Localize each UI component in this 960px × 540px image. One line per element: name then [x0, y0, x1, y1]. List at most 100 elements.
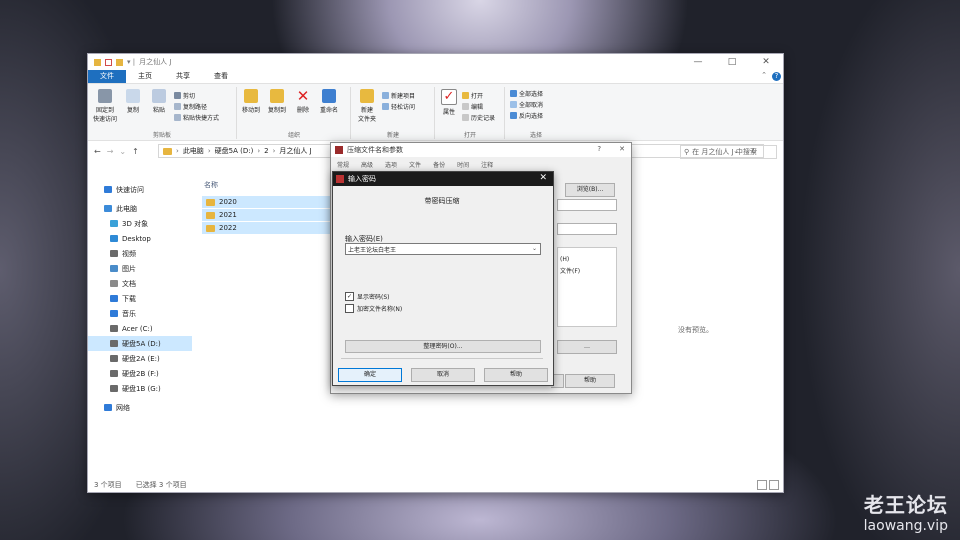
- archive-help-button[interactable]: ?: [597, 145, 601, 153]
- tab-share[interactable]: 共享: [164, 70, 202, 83]
- password-input[interactable]: 上老王论坛白老王 ⌄: [345, 243, 541, 255]
- close-button[interactable]: ✕: [749, 54, 783, 70]
- delete-icon: ✕: [296, 87, 310, 105]
- nav-item-drive-f[interactable]: 硬盘2B (F:): [88, 366, 192, 381]
- password-ok-button[interactable]: 确定: [338, 368, 402, 382]
- tab-file[interactable]: 文件: [88, 70, 126, 83]
- paste-button[interactable]: 粘贴: [146, 89, 172, 114]
- large-icons-view-icon[interactable]: [769, 480, 779, 490]
- rename-button[interactable]: 重命名: [316, 89, 342, 114]
- select-all-button[interactable]: 全部选择: [510, 89, 543, 98]
- quick-access-dropdown-icon[interactable]: ▾ |: [127, 58, 135, 66]
- maximize-button[interactable]: □: [715, 54, 749, 70]
- nav-item-3d-objects[interactable]: 3D 对象: [88, 216, 192, 231]
- chevron-down-icon[interactable]: ⌄: [532, 245, 537, 252]
- help-icon[interactable]: ?: [772, 72, 781, 81]
- edit-button[interactable]: 编辑: [462, 102, 483, 111]
- password-help-button[interactable]: 帮助: [484, 368, 548, 382]
- nav-item-documents[interactable]: 文档: [88, 276, 192, 291]
- tab-comment[interactable]: 注释: [481, 160, 493, 169]
- search-box[interactable]: ⚲ 在 月之仙人 J 中搜索: [680, 145, 777, 159]
- delete-button[interactable]: ✕ 删除: [290, 87, 316, 115]
- tab-backup[interactable]: 备份: [433, 160, 445, 169]
- select-none-button[interactable]: 全部取消: [510, 100, 543, 109]
- nav-item-downloads[interactable]: 下载: [88, 291, 192, 306]
- video-icon: [110, 250, 118, 257]
- nav-item-videos[interactable]: 视频: [88, 246, 192, 261]
- encrypt-names-option[interactable]: 加密文件名称(N): [345, 304, 402, 313]
- properties-button[interactable]: ✓ 属性: [436, 89, 462, 116]
- tab-advanced[interactable]: 高级: [361, 160, 373, 169]
- forward-arrow-icon[interactable]: →: [107, 147, 114, 156]
- nav-item-drive-e[interactable]: 硬盘2A (E:): [88, 351, 192, 366]
- breadcrumb-folder-2[interactable]: 2: [264, 147, 268, 155]
- ribbon-collapse-icon[interactable]: ⌃: [761, 71, 767, 79]
- window-title: 月之仙人 J: [139, 58, 172, 66]
- archive-name-field[interactable]: [557, 199, 617, 211]
- organize-passwords-button[interactable]: 整理密码(O)...: [345, 340, 541, 353]
- paste-shortcut-button[interactable]: 粘贴快捷方式: [174, 113, 219, 122]
- desktop-icon: [110, 235, 118, 242]
- up-arrow-icon[interactable]: ↑: [132, 147, 139, 156]
- profile-dropdown[interactable]: [557, 223, 617, 235]
- nav-item-drive-g[interactable]: 硬盘1B (G:): [88, 381, 192, 396]
- invert-selection-button[interactable]: 反向选择: [510, 111, 543, 120]
- nav-item-music[interactable]: 音乐: [88, 306, 192, 321]
- nav-item-network[interactable]: 网络: [88, 400, 192, 415]
- tab-home[interactable]: 主页: [126, 70, 164, 83]
- show-password-option[interactable]: ✓ 显示密码(S): [345, 292, 390, 301]
- archive-dialog-tabs: 常规 高级 选项 文件 备份 时间 注释: [331, 157, 631, 171]
- cut-button[interactable]: 剪切: [174, 91, 195, 100]
- breadcrumb-drive-d[interactable]: 硬盘5A (D:): [215, 146, 254, 156]
- show-password-checkbox[interactable]: ✓: [345, 292, 354, 301]
- pin-quick-access-button[interactable]: 固定到 快速访问: [92, 89, 118, 123]
- nav-item-drive-d[interactable]: 硬盘5A (D:): [88, 336, 192, 351]
- option-fragment: (H): [560, 256, 570, 263]
- list-item[interactable]: 2020: [202, 196, 332, 208]
- breadcrumb-this-pc[interactable]: 此电脑: [183, 146, 204, 156]
- minimize-button[interactable]: —: [681, 54, 715, 70]
- tab-time[interactable]: 时间: [457, 160, 469, 169]
- nav-item-this-pc[interactable]: 此电脑: [88, 201, 192, 216]
- history-button[interactable]: 历史记录: [462, 113, 495, 122]
- easy-access-icon: [382, 103, 389, 110]
- move-to-button[interactable]: 移动到: [238, 89, 264, 114]
- back-arrow-icon[interactable]: ←: [94, 147, 101, 156]
- recent-dropdown-icon[interactable]: ⌄: [119, 147, 126, 156]
- easy-access-button[interactable]: 轻松访问: [382, 102, 415, 111]
- breadcrumb-current[interactable]: 月之仙人 J: [279, 146, 311, 156]
- set-password-button[interactable]: …: [557, 340, 617, 354]
- new-item-button[interactable]: 新建项目: [382, 91, 415, 100]
- tab-files[interactable]: 文件: [409, 160, 421, 169]
- new-folder-quick-icon[interactable]: [116, 58, 123, 66]
- password-close-button[interactable]: ✕: [539, 173, 547, 183]
- encrypt-names-checkbox[interactable]: [345, 304, 354, 313]
- list-item[interactable]: 2022: [202, 222, 332, 234]
- nav-item-drive-c[interactable]: Acer (C:): [88, 321, 192, 336]
- column-header-name[interactable]: 名称: [204, 180, 218, 190]
- new-folder-icon: [360, 89, 374, 103]
- archive-help-bottom-button[interactable]: 帮助: [565, 374, 615, 388]
- copy-button[interactable]: 复制: [120, 89, 146, 114]
- explorer-titlebar: ▾ | 月之仙人 J — □ ✕: [88, 54, 783, 70]
- tab-options[interactable]: 选项: [385, 160, 397, 169]
- details-view-icon[interactable]: [757, 480, 767, 490]
- copy-to-button[interactable]: 复制到: [264, 89, 290, 114]
- tab-view[interactable]: 查看: [202, 70, 240, 83]
- music-icon: [110, 310, 118, 317]
- archive-close-button[interactable]: ✕: [619, 145, 625, 153]
- password-dialog-titlebar: 输入密码: [333, 172, 553, 186]
- properties-quick-icon[interactable]: [105, 58, 112, 66]
- nav-item-quick-access[interactable]: 快速访问: [88, 182, 192, 197]
- password-cancel-button[interactable]: 取消: [411, 368, 475, 382]
- list-item[interactable]: 2021: [202, 209, 332, 221]
- tab-general[interactable]: 常规: [337, 160, 349, 169]
- copy-path-button[interactable]: 复制路径: [174, 102, 207, 111]
- edit-icon: [462, 103, 469, 110]
- new-folder-button[interactable]: 新建 文件夹: [354, 89, 380, 123]
- nav-item-desktop[interactable]: Desktop: [88, 231, 192, 246]
- browse-button[interactable]: 浏览(B)...: [565, 183, 615, 197]
- open-button[interactable]: 打开: [462, 91, 483, 100]
- nav-item-pictures[interactable]: 图片: [88, 261, 192, 276]
- archive-dialog-title: 压缩文件名和参数: [347, 146, 403, 154]
